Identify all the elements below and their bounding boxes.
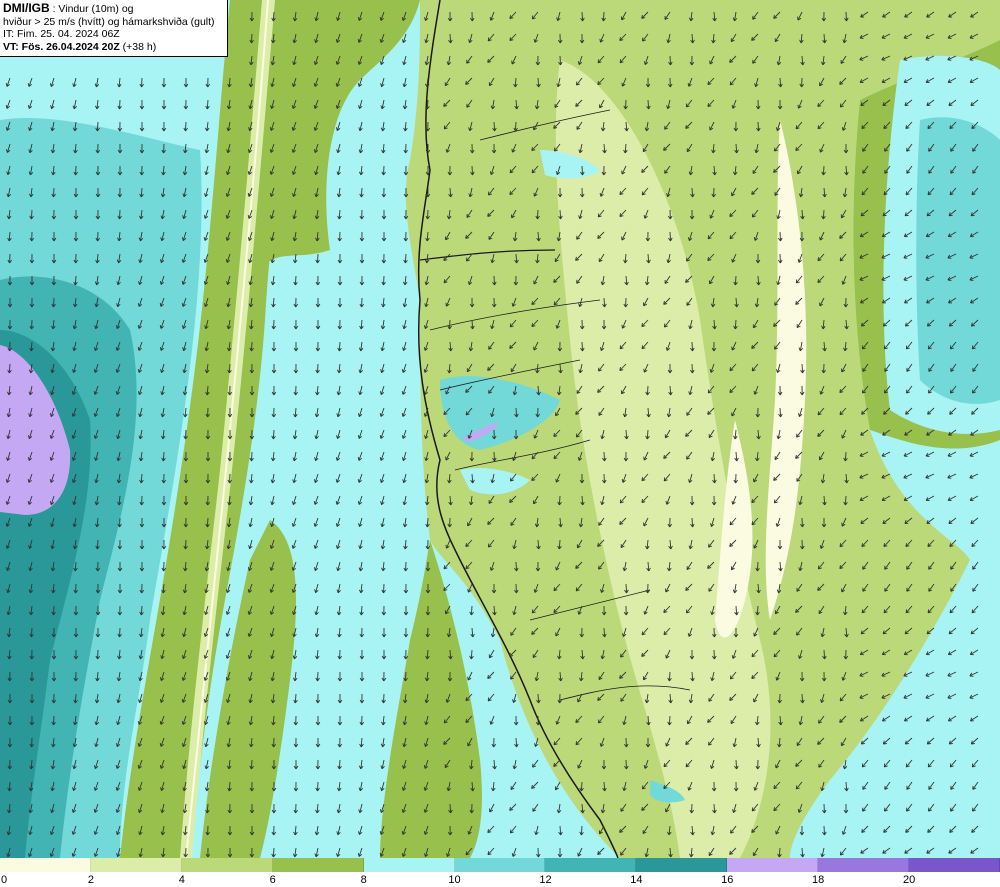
wind-arrow-head bbox=[971, 325, 975, 327]
wind-arrow-head bbox=[905, 743, 909, 745]
wind-arrow-head bbox=[905, 214, 909, 217]
wind-arrow-head bbox=[533, 434, 535, 439]
wind-arrow-head bbox=[599, 38, 601, 43]
wind-map bbox=[0, 0, 1000, 858]
wind-arrow-head bbox=[445, 302, 447, 307]
wind-arrow-head bbox=[971, 632, 975, 635]
wind-arrow-head bbox=[949, 325, 953, 327]
wind-arrow-head bbox=[927, 632, 931, 635]
wind-arrow-head bbox=[971, 743, 975, 745]
east-sea-gale bbox=[916, 117, 1000, 404]
wind-arrow-head bbox=[731, 346, 733, 351]
wind-arrow-head bbox=[621, 82, 623, 87]
wind-arrow-head bbox=[643, 456, 645, 461]
wind-arrow-head bbox=[925, 477, 930, 479]
wind-arrow-head bbox=[903, 477, 908, 479]
wind-arrow-head bbox=[881, 59, 886, 61]
wind-arrow-head bbox=[467, 676, 469, 681]
wind-arrow-head bbox=[949, 743, 953, 745]
wind-arrow-head bbox=[467, 830, 470, 835]
wind-arrow-head bbox=[621, 324, 623, 329]
wind-arrow-head bbox=[927, 325, 931, 327]
wind-arrow-head bbox=[969, 59, 974, 61]
wind-arrow-head bbox=[775, 676, 778, 681]
wind-arrow-head bbox=[883, 214, 887, 217]
wind-arrow-head bbox=[819, 236, 821, 241]
wind-arrow-head bbox=[643, 610, 646, 615]
wind-arrow-head bbox=[905, 325, 909, 327]
wind-arrow-head bbox=[709, 214, 711, 219]
wind-arrow-head bbox=[555, 478, 557, 483]
wind-arrow-head bbox=[949, 214, 953, 217]
wind-arrow-head bbox=[445, 544, 447, 549]
wind-arrow-head bbox=[905, 632, 909, 635]
wind-arrow-head bbox=[883, 743, 887, 745]
wind-arrow-head bbox=[687, 786, 690, 791]
wind-arrow-head bbox=[861, 632, 865, 635]
wind-arrow-head bbox=[819, 390, 822, 395]
wind-arrow-head bbox=[731, 500, 734, 505]
wind-arrow-head bbox=[903, 59, 908, 61]
wind-arrow-head bbox=[731, 258, 733, 263]
wind-arrow-head bbox=[489, 16, 492, 21]
wind-arrow-head bbox=[467, 588, 469, 593]
wind-arrow-head bbox=[883, 632, 887, 635]
wind-arrow-head bbox=[881, 477, 886, 479]
wind-arrow-head bbox=[947, 59, 952, 61]
wind-arrow-head bbox=[925, 59, 930, 61]
wind-arrow-head bbox=[861, 325, 865, 327]
wind-arrow-head bbox=[927, 743, 931, 745]
wind-arrow-head bbox=[797, 104, 799, 109]
wind-arrow-head bbox=[555, 566, 557, 571]
wind-arrow-head bbox=[819, 148, 821, 153]
wind-arrow-head bbox=[927, 214, 931, 217]
wind-arrow-head bbox=[533, 192, 535, 197]
wind-arrow-head bbox=[947, 477, 952, 479]
wind-arrow-head bbox=[859, 59, 864, 61]
wind-arrow-head bbox=[859, 477, 864, 479]
wind-arrow-head bbox=[969, 477, 974, 479]
wind-arrow-head bbox=[511, 148, 513, 153]
wind-arrow-head bbox=[883, 325, 887, 327]
wind-arrow-head bbox=[555, 720, 558, 725]
wind-arrow-head bbox=[861, 743, 865, 745]
wind-arrow-head bbox=[971, 214, 975, 217]
wind-arrow-head bbox=[949, 632, 953, 635]
wind-arrow-head bbox=[643, 368, 645, 373]
wind-arrow-head bbox=[861, 214, 865, 217]
